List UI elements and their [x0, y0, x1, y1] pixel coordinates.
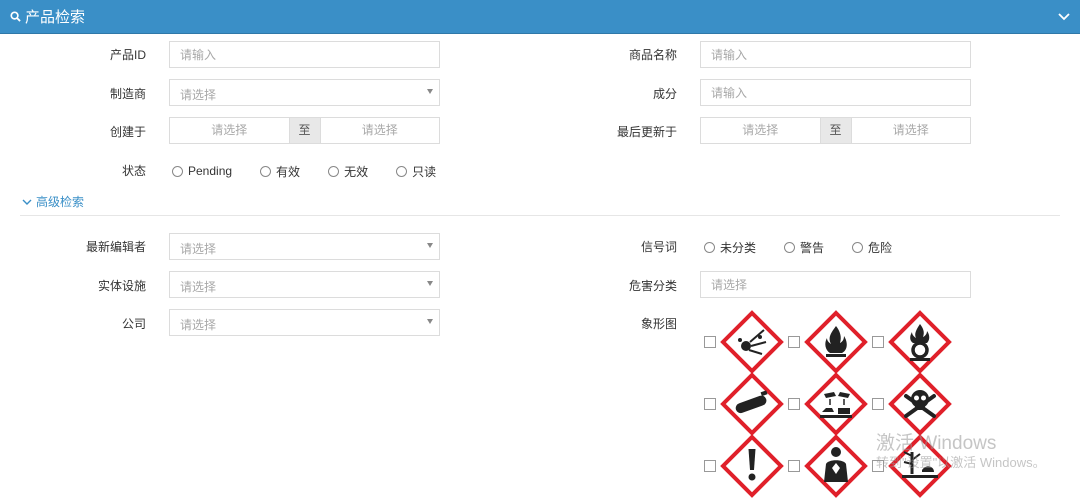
- range-separator: 至: [819, 118, 852, 143]
- signal-option-warning[interactable]: 警告: [784, 239, 824, 256]
- pictogram-option-flammable: [788, 310, 868, 374]
- company-select[interactable]: 请选择: [169, 309, 440, 336]
- updated-at-label: 最后更新于: [616, 125, 677, 139]
- pictogram-checkbox[interactable]: [872, 336, 884, 348]
- pictogram-option-gas: [704, 372, 784, 436]
- manufacturer-label: 制造商: [109, 87, 146, 101]
- radio-circle[interactable]: [852, 241, 864, 253]
- chevron-down-icon[interactable]: [1056, 8, 1072, 24]
- company-label: 公司: [121, 317, 146, 331]
- oxidizer-icon: [888, 310, 952, 374]
- last-editor-placeholder: 请选择: [180, 242, 217, 256]
- status-option-pending[interactable]: Pending: [172, 164, 232, 178]
- gas-cylinder-icon: [720, 372, 784, 436]
- facility-label: 实体设施: [97, 279, 146, 293]
- hazard-class-label: 危害分类: [628, 279, 677, 293]
- health-hazard-icon: [804, 434, 868, 498]
- created-at-to[interactable]: 请选择: [321, 118, 440, 143]
- status-label: 状态: [121, 164, 146, 178]
- caret-down-icon: [427, 89, 433, 94]
- caret-down-icon: [427, 281, 433, 286]
- pictogram-option-exclamation: [704, 434, 784, 498]
- created-at-label: 创建于: [109, 125, 146, 139]
- signal-option-unclassified[interactable]: 未分类: [704, 239, 756, 256]
- radio-circle[interactable]: [260, 165, 272, 177]
- status-option-valid[interactable]: 有效: [260, 163, 300, 180]
- status-radio-group: Pending 有效 无效 只读: [172, 163, 464, 179]
- exclamation-icon: [720, 434, 784, 498]
- windows-activation-watermark: 激活 Windows: [876, 433, 997, 454]
- panel-header: 产品检索: [0, 0, 1080, 34]
- manufacturer-select[interactable]: 请选择: [169, 79, 440, 106]
- pictogram-checkbox[interactable]: [788, 460, 800, 472]
- caret-down-icon: [427, 319, 433, 324]
- product-id-label: 产品ID: [109, 48, 146, 62]
- search-icon: [10, 11, 21, 22]
- updated-at-to[interactable]: 请选择: [852, 118, 971, 143]
- caret-down-icon: [427, 243, 433, 248]
- chevron-down-icon: [22, 199, 32, 205]
- toxic-skull-icon: [888, 372, 952, 436]
- signal-word-label: 信号词: [640, 240, 677, 254]
- facility-select[interactable]: 请选择: [169, 271, 440, 298]
- created-at-from[interactable]: 请选择: [170, 118, 289, 143]
- panel-title: 产品检索: [25, 9, 86, 26]
- radio-circle[interactable]: [704, 241, 715, 253]
- pictogram-option-oxidizer: [872, 310, 952, 374]
- radio-circle[interactable]: [784, 241, 796, 253]
- created-at-range: 请选择 至 请选择: [169, 117, 440, 144]
- hazard-class-input[interactable]: [700, 271, 971, 298]
- product-id-input[interactable]: [169, 41, 440, 68]
- corrosive-icon: [804, 372, 868, 436]
- pictogram-checkbox[interactable]: [704, 398, 716, 410]
- flammable-icon: [804, 310, 868, 374]
- pictogram-checkbox[interactable]: [872, 398, 884, 410]
- updated-at-range: 请选择 至 请选择: [700, 117, 971, 144]
- windows-activation-hint: 转到"设置"以激活 Windows。: [876, 455, 1046, 470]
- signal-option-danger[interactable]: 危险: [852, 239, 892, 256]
- pictogram-label: 象形图: [640, 317, 677, 331]
- ingredient-input[interactable]: [700, 79, 971, 106]
- range-separator: 至: [288, 118, 321, 143]
- product-name-input[interactable]: [700, 41, 971, 68]
- updated-at-from[interactable]: 请选择: [701, 118, 820, 143]
- advanced-search-toggle[interactable]: 高级检索: [22, 193, 84, 210]
- pictogram-option-corrosive: [788, 372, 868, 436]
- status-option-invalid[interactable]: 无效: [328, 163, 368, 180]
- radio-circle[interactable]: [172, 165, 183, 177]
- last-editor-label: 最新编辑者: [85, 240, 146, 254]
- product-name-label: 商品名称: [628, 48, 677, 62]
- radio-circle[interactable]: [328, 165, 340, 177]
- status-option-readonly[interactable]: 只读: [396, 163, 436, 180]
- pictogram-option-toxic: [872, 372, 952, 436]
- radio-circle[interactable]: [396, 165, 408, 177]
- manufacturer-placeholder: 请选择: [180, 88, 217, 102]
- pictogram-checkbox[interactable]: [704, 460, 716, 472]
- section-divider: [20, 215, 1060, 216]
- company-placeholder: 请选择: [180, 318, 217, 332]
- pictogram-checkbox[interactable]: [788, 336, 800, 348]
- pictogram-option-explosive: [704, 310, 784, 374]
- explosive-icon: [720, 310, 784, 374]
- pictogram-checkbox[interactable]: [788, 398, 800, 410]
- last-editor-select[interactable]: 请选择: [169, 233, 440, 260]
- facility-placeholder: 请选择: [180, 280, 217, 294]
- pictogram-checkbox[interactable]: [704, 336, 716, 348]
- signal-word-radio-group: 未分类 警告 危险: [704, 239, 920, 255]
- advanced-search-label: 高级检索: [36, 195, 85, 209]
- pictogram-option-health: [788, 434, 868, 498]
- ingredient-label: 成分: [652, 87, 677, 101]
